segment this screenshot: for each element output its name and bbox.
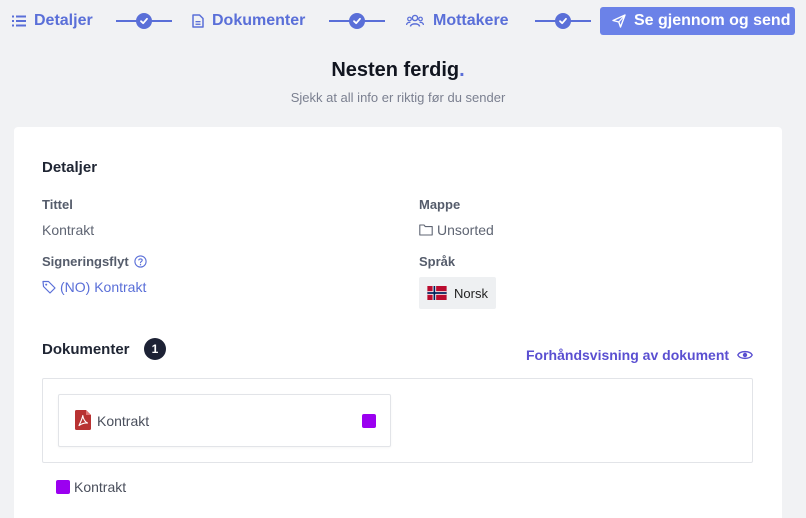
title-label: Tittel [42, 197, 73, 212]
eye-icon [737, 350, 754, 360]
step-recipients[interactable]: Mottakere [406, 11, 509, 31]
folder-value: Unsorted [419, 222, 494, 238]
language-badge: Norsk [419, 277, 496, 309]
page-subtitle: Sjekk at all info er riktig før du sende… [290, 90, 506, 105]
check-icon [555, 13, 571, 29]
step-review-and-send-label: Se gjennom og send [634, 12, 791, 29]
step-review-and-send[interactable]: Se gjennom og send [600, 7, 795, 35]
documents-section-title: Dokumenter [42, 341, 130, 358]
details-section-title: Detaljer [42, 159, 98, 176]
wizard-stepper: Detaljer Dokumenter Mottakere Se gjennom… [0, 0, 806, 42]
language-value: Norsk [454, 285, 488, 301]
page-title-text: Nesten ferdig [331, 59, 460, 81]
signing-flow-link[interactable]: (NO) Kontrakt [42, 279, 146, 295]
pdf-icon [75, 410, 91, 430]
step-details-label: Detaljer [34, 12, 93, 29]
users-icon [406, 14, 424, 27]
norway-flag-icon [427, 286, 447, 300]
send-icon [612, 14, 626, 28]
title-value: Kontrakt [42, 222, 95, 238]
tag-icon [42, 280, 56, 294]
signing-flow-label: Signeringsflyt [42, 254, 147, 269]
review-card: Detaljer Tittel Kontrakt Mappe Unsorted … [14, 127, 782, 518]
check-icon [349, 13, 365, 29]
document-legend-item: Kontrakt [56, 479, 126, 495]
page-title-dot: . [459, 59, 465, 81]
legend-color-swatch [56, 480, 70, 494]
signing-flow-label-text: Signeringsflyt [42, 254, 129, 269]
folder-label: Mappe [419, 197, 461, 212]
help-icon[interactable] [134, 255, 147, 268]
step-recipients-label: Mottakere [433, 12, 509, 29]
document-card[interactable]: Kontrakt [58, 394, 391, 447]
document-color-swatch [362, 414, 376, 428]
document-name: Kontrakt [97, 413, 150, 429]
preview-document-label: Forhåndsvisning av dokument [526, 347, 730, 363]
folder-icon [419, 224, 433, 236]
list-icon [12, 15, 26, 27]
documents-box: Kontrakt [42, 378, 753, 463]
step-documents-label: Dokumenter [212, 12, 306, 29]
document-icon [192, 14, 204, 28]
signing-flow-value: (NO) Kontrakt [60, 279, 147, 295]
step-details[interactable]: Detaljer [12, 11, 93, 31]
legend-document-name: Kontrakt [74, 479, 127, 495]
check-icon [136, 13, 152, 29]
preview-document-link[interactable]: Forhåndsvisning av dokument [526, 346, 754, 364]
language-label: Språk [419, 254, 456, 269]
folder-value-text: Unsorted [437, 222, 494, 238]
document-count-badge: 1 [144, 338, 166, 360]
page-title: Nesten ferdig. [0, 59, 796, 82]
step-documents[interactable]: Dokumenter [192, 11, 305, 31]
